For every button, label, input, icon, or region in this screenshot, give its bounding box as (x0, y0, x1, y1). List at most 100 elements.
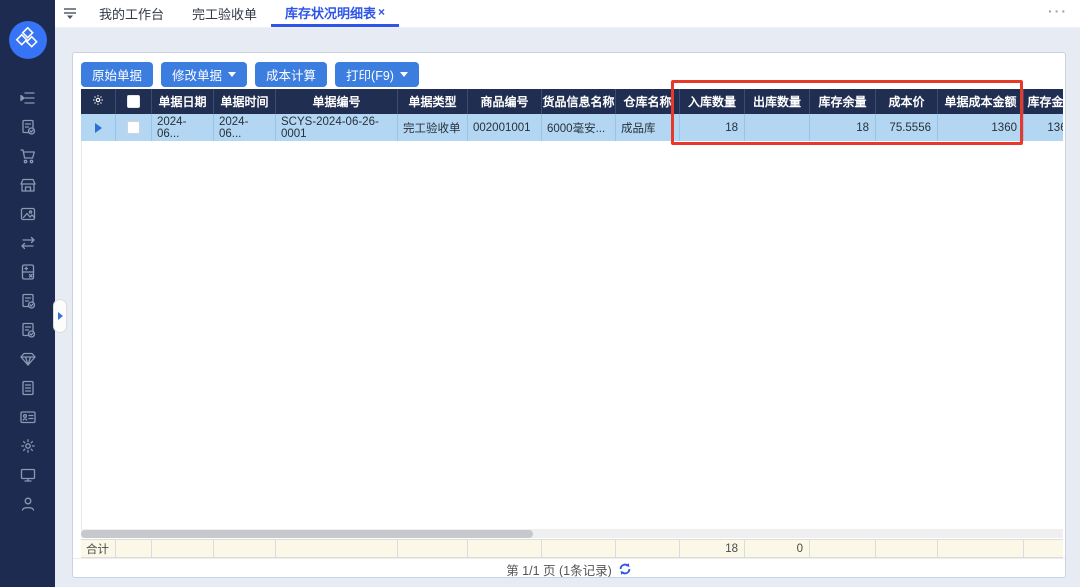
header-stock-amount[interactable]: 库存金额 (1024, 89, 1063, 114)
id-card-icon[interactable] (14, 402, 42, 431)
user-icon[interactable] (14, 489, 42, 518)
pagination-text: 第 1/1 页 (1条记录) (506, 563, 612, 578)
total-cost-price (876, 539, 938, 558)
cell-warehouse-name[interactable]: 成品库 (616, 114, 680, 141)
invoice-icon[interactable] (14, 286, 42, 315)
header-doc-cost-amount[interactable]: 单据成本金额 (938, 89, 1024, 114)
header-cost-price[interactable]: 成本价 (876, 89, 938, 114)
tab-close-icon[interactable]: × (378, 5, 385, 19)
cell-doc-cost-amount[interactable]: 1360 (938, 114, 1024, 141)
header-product-code[interactable]: 商品编号 (468, 89, 542, 114)
calculator-icon[interactable] (14, 257, 42, 286)
scrollbar-thumb[interactable] (81, 529, 533, 538)
total-product-name (542, 539, 616, 558)
header-doc-type[interactable]: 单据类型 (398, 89, 468, 114)
content-area: 原始单据 修改单据 成本计算 打印(F9) 单据日期 单据时间 单据编号 单据类型 商品编号货… (53, 28, 1080, 587)
tab-label: 库存状况明细表 (285, 5, 377, 21)
gem-icon[interactable] (14, 344, 42, 373)
total-warehouse-name (616, 539, 680, 558)
tab-2[interactable]: 完工验收单 (178, 0, 271, 27)
total-doc-type (398, 539, 468, 558)
header-select[interactable] (116, 89, 152, 114)
cell-doc-type[interactable]: 完工验收单 (398, 114, 468, 141)
table-row: 2024-06... 2024-06... SCYS-2024-06-26-0001… (81, 114, 1063, 141)
button-label: 原始单据 (92, 69, 143, 83)
header-doc-number[interactable]: 单据编号 (276, 89, 398, 114)
header-warehouse-name[interactable]: 仓库名称 (616, 89, 680, 114)
pagination-bar: 第 1/1 页 (1条记录) (73, 558, 1065, 578)
cell-product-code[interactable]: 002001001 (468, 114, 542, 141)
tab-list-icon[interactable] (55, 0, 85, 27)
total-doc-date (152, 539, 214, 558)
tab-bar: 我的工作台 完工验收单 库存状况明细表 × ··· (55, 0, 1080, 28)
cell-doc-time[interactable]: 2024-06... (214, 114, 276, 141)
tab-label: 完工验收单 (192, 7, 258, 22)
header-column-settings[interactable] (81, 89, 116, 114)
header-outbound-qty[interactable]: 出库数量 (745, 89, 810, 114)
total-outbound-qty: 0 (745, 539, 810, 558)
column-settings-gear-icon[interactable] (91, 93, 105, 110)
total-stock-balance (810, 539, 876, 558)
cell-cost-price[interactable]: 75.5556 (876, 114, 938, 141)
cell-doc-date[interactable]: 2024-06... (152, 114, 214, 141)
refresh-icon[interactable] (618, 562, 632, 576)
toolbar: 原始单据 修改单据 成本计算 打印(F9) (81, 62, 419, 87)
toolbar-button-3[interactable]: 成本计算 (255, 62, 328, 87)
menu-expand-icon[interactable] (14, 83, 42, 112)
image-icon[interactable] (14, 199, 42, 228)
toolbar-button-2[interactable]: 修改单据 (161, 62, 248, 87)
invoice-icon[interactable] (14, 315, 42, 344)
cell-select[interactable] (116, 114, 152, 141)
cell-outbound-qty[interactable] (745, 114, 810, 141)
more-options-icon[interactable]: ··· (1048, 4, 1068, 18)
toolbar-button-4[interactable]: 打印(F9) (335, 62, 419, 87)
horizontal-scrollbar[interactable] (81, 529, 1063, 538)
app-window: 我的工作台 完工验收单 库存状况明细表 × ··· 原始单据 修改单据 成本计算 打印(F9… (0, 0, 1080, 587)
cell-column-settings[interactable] (81, 114, 116, 141)
total-doc-time (214, 539, 276, 558)
button-label: 成本计算 (266, 69, 317, 83)
chevron-down-icon (228, 72, 237, 77)
report-icon[interactable] (14, 373, 42, 402)
cart-icon[interactable] (14, 141, 42, 170)
sidebar-icon-list (14, 83, 42, 518)
tab-1[interactable]: 我的工作台 (85, 0, 178, 27)
cell-product-name[interactable]: 6000毫安... (542, 114, 616, 141)
monitor-icon[interactable] (14, 460, 42, 489)
total-stock-amount (1024, 539, 1063, 558)
table-header: 单据日期 单据时间 单据编号 单据类型 商品编号 货品信息名称 仓库名称 入库数量 出库数量 库存… (81, 89, 1063, 114)
button-label: 打印(F9) (346, 69, 394, 83)
total-inbound-qty: 18 (680, 539, 745, 558)
header-doc-date[interactable]: 单据日期 (152, 89, 214, 114)
store-icon[interactable] (14, 170, 42, 199)
cell-stock-amount[interactable]: 1360 (1024, 114, 1063, 141)
header-stock-balance[interactable]: 库存余量 (810, 89, 876, 114)
cell-doc-number[interactable]: SCYS-2024-06-26-0001 (276, 114, 398, 141)
totals-row: 合计 18 0 (81, 539, 1063, 558)
chevron-down-icon (399, 72, 408, 77)
tab-label: 我的工作台 (99, 7, 165, 22)
header-product-name[interactable]: 货品信息名称 (542, 89, 616, 114)
total-select (116, 539, 152, 558)
panel-expand-toggle[interactable] (53, 299, 67, 333)
left-sidebar (0, 0, 55, 587)
cell-stock-balance[interactable]: 18 (810, 114, 876, 141)
table-empty-area (81, 141, 1063, 529)
toolbar-button-1[interactable]: 原始单据 (81, 62, 154, 87)
transfer-icon[interactable] (14, 228, 42, 257)
header-inbound-qty[interactable]: 入库数量 (680, 89, 745, 114)
total-column-settings: 合计 (81, 539, 116, 558)
select-all-checkbox[interactable] (127, 95, 140, 108)
app-logo-icon[interactable] (8, 21, 47, 59)
total-product-code (468, 539, 542, 558)
settings-icon[interactable] (14, 431, 42, 460)
button-label: 修改单据 (172, 69, 223, 83)
header-doc-time[interactable]: 单据时间 (214, 89, 276, 114)
tab-strip: 我的工作台 完工验收单 库存状况明细表 × (85, 0, 400, 27)
tab-3[interactable]: 库存状况明细表 × (271, 0, 400, 27)
table-body: 2024-06... 2024-06... SCYS-2024-06-26-0001… (81, 114, 1063, 141)
invoice-icon[interactable] (14, 112, 42, 141)
row-checkbox[interactable] (127, 121, 140, 134)
cell-inbound-qty[interactable]: 18 (680, 114, 745, 141)
row-expand-icon[interactable] (94, 122, 102, 133)
